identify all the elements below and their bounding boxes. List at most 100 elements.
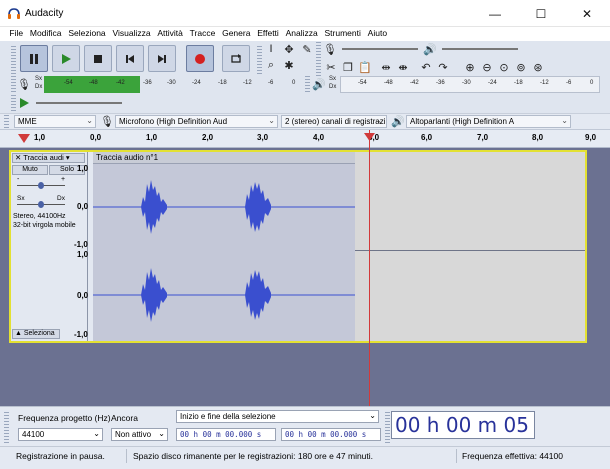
project-rate-dropdown[interactable]: 44100 ⌄ [18,428,103,441]
select-track-button[interactable]: ▲ Seleziona [12,329,60,339]
selection-end-time[interactable]: 00 h 00 m 00.000 s [281,428,381,441]
clip-title-bar[interactable]: Traccia audio n°1 [93,152,355,164]
cut-icon[interactable]: ✂ [323,60,339,74]
recording-device-value: Microfono (High Definition Aud [119,117,228,126]
amplitude-label: 0,0 [77,291,89,300]
track-name-button[interactable]: ✕ Traccia audi ▾ [12,153,85,163]
play-button[interactable] [52,45,80,72]
amplitude-label: -1,0 [74,240,88,249]
close-track-icon[interactable]: ✕ [15,153,23,162]
menu-visualizza[interactable]: Visualizza [109,27,154,41]
playback-device-value: Altoparlanti (High Definition A [410,117,515,126]
menu-strumenti[interactable]: Strumenti [321,27,364,41]
skip-to-end-button[interactable] [148,45,176,72]
redo-icon[interactable]: ↷ [435,60,451,74]
select-track-label: Seleziona [23,330,55,337]
playback-meter-tick: -18 [514,80,523,86]
audio-host-dropdown[interactable]: MME ⌄ [14,115,96,128]
stop-icon [94,54,102,63]
fit-project-icon[interactable]: ⊚ [513,60,529,74]
timeline-ruler[interactable]: 1,0 0,0 1,0 2,0 3,0 4,0 5,0 6,0 7,0 8,0 … [0,129,610,148]
record-meter-right-label: Dx [35,84,43,90]
record-volume-slider[interactable] [342,48,418,50]
paste-icon[interactable]: 📋 [357,60,373,74]
amplitude-label: 1,0 [77,164,89,173]
project-rate-label: Frequenza progetto (Hz) [18,413,111,423]
menu-tracce[interactable]: Tracce [186,27,218,41]
skip-to-start-button[interactable] [116,45,144,72]
audio-position-display[interactable]: 00 h 00 m 05 s [391,411,535,463]
toolbar-grip[interactable] [305,76,310,92]
stop-button[interactable] [84,45,112,72]
playback-meter-tick: -6 [566,80,572,86]
multi-tool-icon[interactable]: ✱ [281,58,297,72]
copy-icon[interactable]: ❐ [340,60,356,74]
toolbar-grip[interactable] [4,115,9,128]
selection-tool-icon[interactable]: I [263,42,279,56]
skip-start-icon [126,54,134,63]
trim-icon[interactable]: ⇹ [378,60,394,74]
snap-dropdown[interactable]: Non attivo ⌄ [111,428,168,441]
toolbar-grip[interactable] [257,44,262,74]
gain-plus-label: + [61,176,66,183]
disk-space-status: Spazio disco rimanente per le registrazi… [133,451,374,461]
menu-genera[interactable]: Genera [219,27,254,41]
toolbar-grip[interactable] [385,411,390,443]
menu-effetti[interactable]: Effetti [254,27,282,41]
play-at-speed-button[interactable] [16,96,32,110]
waveform [93,180,355,322]
loop-button[interactable] [222,45,250,72]
draw-tool-icon[interactable]: ✎ [299,42,315,56]
undo-icon[interactable]: ↶ [418,60,434,74]
envelope-tool-icon[interactable]: ✥ [281,42,297,56]
audio-clip[interactable] [93,152,355,341]
mute-button[interactable]: Muto [12,165,48,175]
amplitude-label: 0,0 [77,202,89,211]
gain-slider-thumb[interactable] [38,182,44,189]
menu-seleziona[interactable]: Seleziona [65,27,109,41]
audacity-logo-icon [8,8,20,19]
playback-volume-slider[interactable] [442,48,518,50]
chevron-down-icon: ⌄ [86,116,93,125]
pan-left-label: Sx [17,195,25,202]
maximize-button[interactable]: ☐ [518,0,564,27]
pan-slider-thumb[interactable] [38,201,44,208]
toolbar-grip[interactable] [11,44,16,74]
playback-meter-tick: 0 [590,80,594,86]
play-speed-slider[interactable] [36,102,122,104]
zoom-tool-icon[interactable]: ⌕ [263,58,279,72]
timeline-options-icon[interactable] [18,134,30,143]
toolbar-grip[interactable] [316,60,321,76]
menu-attivita[interactable]: Attività [154,27,186,41]
close-button[interactable]: ✕ [564,0,610,27]
status-divider [456,449,457,463]
toolbar-grip[interactable] [316,42,321,58]
chevron-down-icon: ⌄ [93,429,100,438]
fit-selection-icon[interactable]: ⊙ [496,60,512,74]
record-button[interactable] [186,45,214,72]
pause-button[interactable] [20,45,48,72]
timeline-tick: 2,0 [202,133,214,142]
menu-aiuto[interactable]: Aiuto [364,27,390,41]
zoom-in-icon[interactable]: ⊕ [462,60,478,74]
recording-channels-dropdown[interactable]: 2 (stereo) canali di registrazi ⌄ [281,115,387,128]
selection-start-time[interactable]: 00 h 00 m 00.000 s [176,428,276,441]
silence-icon[interactable]: ⇼ [395,60,411,74]
playback-device-dropdown[interactable]: Altoparlanti (High Definition A ⌄ [406,115,571,128]
toolbar-grip[interactable] [4,411,9,443]
zoom-toggle-icon[interactable]: ⊛ [530,60,546,74]
zoom-out-icon[interactable]: ⊖ [479,60,495,74]
record-meter-tick: -42 [116,80,125,86]
menu-modifica[interactable]: Modifica [26,27,64,41]
minimize-button[interactable]: — [472,0,518,27]
record-meter-tick: -54 [64,80,73,86]
playback-meter-tick: -24 [488,80,497,86]
selection-mode-dropdown[interactable]: Inizio e fine della selezione ⌄ [176,410,379,423]
track-empty-region[interactable] [355,152,585,341]
menu-file[interactable]: File [6,27,26,41]
recording-device-dropdown[interactable]: Microfono (High Definition Aud ⌄ [115,115,278,128]
playback-meter-icon: 🔊 [312,78,326,91]
menu-analizza[interactable]: Analizza [282,27,321,41]
playback-meter-tick: -12 [540,80,549,86]
recording-channels-value: 2 (stereo) canali di registrazi [285,117,386,126]
